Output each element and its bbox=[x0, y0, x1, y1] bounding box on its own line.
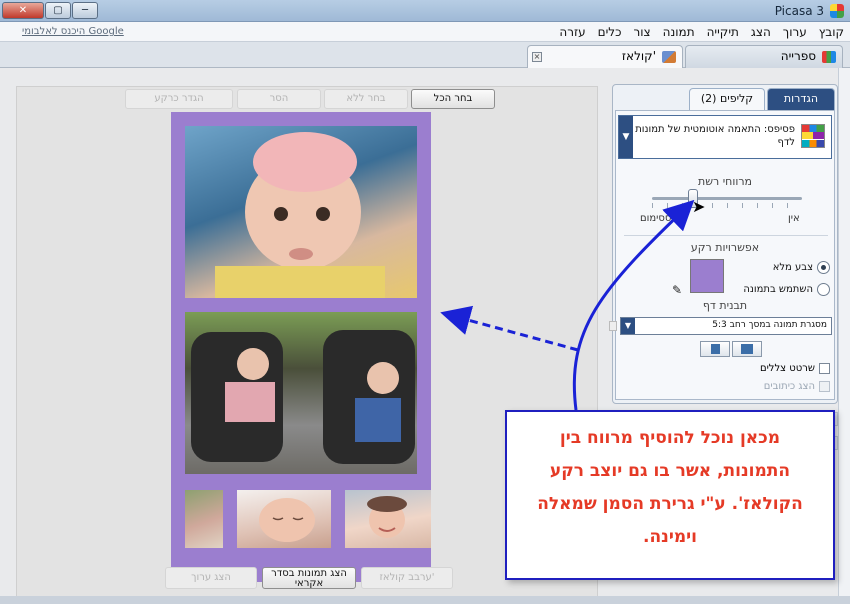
grid-spacing-slider[interactable] bbox=[652, 197, 802, 200]
minimize-window-button[interactable]: ─ bbox=[72, 2, 98, 19]
right-scrollbar[interactable] bbox=[838, 68, 850, 596]
landscape-icon bbox=[741, 344, 753, 354]
solid-color-radio[interactable] bbox=[817, 261, 830, 274]
app-title: Picasa 3 bbox=[774, 4, 824, 18]
show-captions-label: הצג כיתובים bbox=[763, 381, 815, 392]
draw-shadows-checkbox[interactable] bbox=[819, 363, 830, 374]
use-image-label: השתמש בתמונה bbox=[743, 284, 813, 295]
show-edit-button[interactable]: הצג ערוך bbox=[165, 567, 257, 589]
library-icon bbox=[822, 51, 836, 63]
select-all-button[interactable]: בחר הכל bbox=[411, 89, 495, 109]
baby-closeup-image bbox=[215, 132, 385, 298]
menu-items: קובץ ערוך הצג תיקייה תמונה צור כלים עזרה bbox=[559, 25, 844, 39]
mouse-pointer-icon: ➤ bbox=[692, 197, 706, 216]
solid-color-label: צבע מלא bbox=[772, 262, 813, 273]
landscape-orientation-button[interactable] bbox=[732, 341, 762, 357]
tab-library-label: ספרייה bbox=[780, 49, 816, 63]
settings-content: ▼ פסיפס: התאמה אוטומטית של תמונות לדף מר… bbox=[609, 110, 835, 400]
tab-clips[interactable]: קליפים (2) bbox=[689, 88, 765, 110]
bottom-strip bbox=[0, 596, 850, 604]
use-image-option[interactable]: השתמש בתמונה bbox=[743, 283, 830, 296]
slider-max-label: ססימום bbox=[640, 213, 672, 224]
solid-color-option[interactable]: צבע מלא bbox=[773, 261, 830, 274]
portrait-orientation-button[interactable] bbox=[700, 341, 730, 357]
tab-library[interactable]: ספרייה bbox=[685, 45, 843, 68]
tab-bar: ספרייה קולאז' × bbox=[0, 42, 850, 68]
layout-dropdown[interactable]: ▼ פסיפס: התאמה אוטומטית של תמונות לדף bbox=[618, 115, 832, 159]
tab-settings[interactable]: הגדרות bbox=[767, 88, 835, 110]
collage-icon bbox=[662, 51, 676, 63]
maximize-window-button[interactable]: ▢ bbox=[45, 2, 71, 19]
collage-photo-baby-closeup[interactable] bbox=[185, 126, 417, 298]
annotation-callout: מכאן נוכל להוסיף מרווח בין התמונות, אשר … bbox=[505, 410, 835, 580]
remove-button[interactable]: הסר bbox=[237, 89, 321, 109]
google-signin-link[interactable]: היכנס לאלבומי Google bbox=[22, 26, 124, 37]
menu-help[interactable]: עזרה bbox=[559, 25, 585, 39]
close-tab-icon[interactable]: × bbox=[532, 52, 542, 62]
shuffle-collage-button[interactable]: ערבב קולאז' bbox=[361, 567, 453, 589]
eyedropper-icon[interactable]: ✎ bbox=[672, 283, 682, 297]
menu-bar: קובץ ערוך הצג תיקייה תמונה צור כלים עזרה… bbox=[0, 22, 850, 42]
show-captions-option[interactable]: הצג כיתובים bbox=[764, 381, 830, 392]
background-options-label: אפשרויות רקע bbox=[690, 241, 760, 254]
collage-canvas[interactable] bbox=[171, 112, 431, 582]
collage-photo-small-3[interactable] bbox=[345, 490, 431, 548]
background-color-swatch[interactable] bbox=[690, 259, 724, 293]
menu-folder[interactable]: תיקייה bbox=[707, 25, 739, 39]
set-background-button[interactable]: הגדר כרקע bbox=[125, 89, 233, 109]
slider-min-label: אין bbox=[788, 213, 800, 224]
divider bbox=[624, 235, 828, 236]
menu-file[interactable]: קובץ bbox=[819, 25, 844, 39]
smiling-baby-image bbox=[367, 496, 407, 538]
tab-collage-label: קולאז' bbox=[621, 49, 656, 63]
menu-tools[interactable]: כלים bbox=[598, 25, 622, 39]
chevron-down-icon[interactable]: ▼ bbox=[619, 116, 633, 158]
title-bar: ✕ ▢ ─ Picasa 3 bbox=[0, 0, 850, 22]
show-captions-checkbox[interactable] bbox=[819, 381, 830, 392]
collage-settings-panel: קליפים (2) הגדרות ▼ פסיפס: התאמה אוטומטי… bbox=[609, 84, 838, 404]
page-format-dropdown[interactable]: ▼ 5:3 מסגרת תמונה במסך רחב bbox=[609, 317, 832, 335]
menu-edit[interactable]: ערוך bbox=[783, 25, 807, 39]
menu-create[interactable]: צור bbox=[633, 25, 650, 39]
picasa-logo-icon bbox=[830, 4, 844, 18]
lock-icon bbox=[609, 321, 617, 331]
slider-ticks bbox=[652, 203, 802, 208]
collage-photo-small-2[interactable] bbox=[237, 490, 331, 548]
use-image-radio[interactable] bbox=[817, 283, 830, 296]
layout-selected-value: פסיפס: התאמה אוטומטית של תמונות לדף bbox=[635, 124, 795, 148]
draw-shadows-label: שרטט צללים bbox=[759, 363, 815, 374]
draw-shadows-option[interactable]: שרטט צללים bbox=[760, 363, 830, 374]
callout-text: מכאן נוכל להוסיף מרווח בין התמונות, אשר … bbox=[537, 428, 803, 547]
strollers-image bbox=[191, 330, 415, 464]
close-window-button[interactable]: ✕ bbox=[2, 2, 44, 19]
collage-photo-strollers[interactable] bbox=[185, 312, 417, 474]
clear-selection-button[interactable]: בחר ללא bbox=[324, 89, 408, 109]
menu-picture[interactable]: תמונה bbox=[663, 25, 695, 39]
collage-photo-small-1[interactable] bbox=[185, 490, 223, 548]
tab-collage[interactable]: קולאז' × bbox=[527, 45, 683, 68]
mosaic-icon bbox=[801, 124, 825, 148]
shuffle-pictures-button[interactable]: הצג תמונות בסדר אקראי bbox=[262, 567, 356, 589]
page-format-label: תבנית דף bbox=[702, 299, 748, 312]
chevron-down-icon[interactable]: ▼ bbox=[621, 318, 635, 334]
grid-spacing-label: מרווחי רשת bbox=[697, 175, 753, 188]
menu-view[interactable]: הצג bbox=[751, 25, 771, 39]
portrait-icon bbox=[711, 344, 720, 354]
page-format-value: 5:3 מסגרת תמונה במסך רחב bbox=[712, 320, 827, 330]
sleeping-baby-image bbox=[259, 498, 315, 542]
